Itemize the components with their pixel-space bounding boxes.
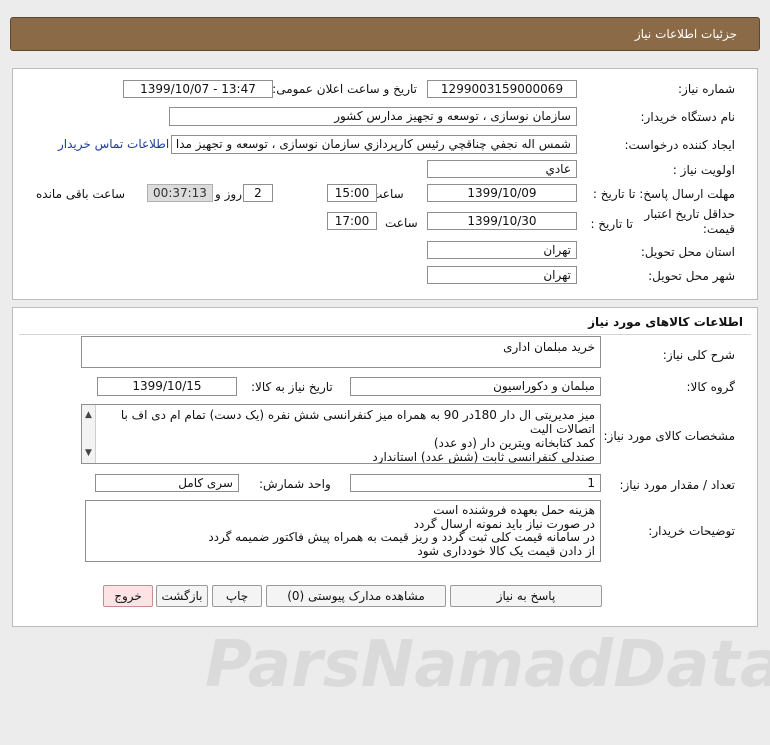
price-time-label: ساعت [385,216,418,230]
send-deadline-label: مهلت ارسال پاسخ: تا تاریخ : [592,187,735,201]
announce-field: 1399/10/07 - 13:47 [123,80,273,98]
section-divider [19,334,751,335]
buyer-org-field: سازمان نوسازی ، توسعه و تجهیز مدارس کشور [169,107,577,126]
buyer-org-label: نام دستگاه خریدار: [640,110,736,124]
need-date-label: تاریخ نیاز به کالا: [251,380,333,394]
need-info-panel: شماره نیاز: 1299003159000069 تاریخ و ساع… [12,68,758,300]
announce-label: تاریخ و ساعت اعلان عمومی: [272,82,417,96]
remaining-label: ساعت باقی مانده [36,187,126,201]
exit-button[interactable]: خروج [103,585,153,607]
remaining-time-field: 00:37:13 [147,184,213,202]
send-time-field: 15:00 [327,184,377,202]
view-docs-button[interactable]: مشاهده مدارک پیوستی (0) [266,585,446,607]
priority-label: اولویت نیاز : [672,163,735,177]
price-time-field: 17:00 [327,212,377,230]
reply-button[interactable]: پاسخ به نیاز [450,585,602,607]
description-label: شرح کلی نیاز: [662,348,735,362]
price-date-field: 1399/10/30 [427,212,577,230]
goods-section-title: اطلاعات کالاهای مورد نیاز [588,315,743,329]
province-label: استان محل تحویل: [640,245,735,259]
price-validity-label: حداقل تاریخ اعتبار قیمت: [643,207,735,237]
need-number-label: شماره نیاز: [678,82,735,96]
price-validity-text: حداقل تاریخ اعتبار قیمت: [644,207,735,236]
buyer-notes-field: هزینه حمل بعهده فروشنده است در صورت نیاز… [85,500,601,562]
specs-field: ▲ ▼ میز مدیریتی ال دار 180در 90 به همراه… [81,404,601,464]
until-date-label: تا تاریخ : [590,217,633,231]
specs-line: میز مدیریتی ال دار 180در 90 به همراه میز… [120,408,595,422]
specs-line: اتصالات الیت [529,422,595,436]
need-number-field: 1299003159000069 [427,80,577,98]
city-field: تهران [427,266,577,284]
buyer-notes-label: توضیحات خریدار: [648,524,735,538]
send-date-field: 1399/10/09 [427,184,577,202]
need-date-field: 1399/10/15 [97,377,237,396]
specs-scrollbar[interactable]: ▲ ▼ [82,405,96,463]
requester-label: ایجاد کننده درخواست: [624,138,735,152]
group-label: گروه کالا: [686,380,736,394]
city-label: شهر محل تحویل: [648,269,735,283]
print-button[interactable]: چاپ [212,585,262,607]
group-field: مبلمان و دکوراسیون [350,377,601,396]
buyer-note-line: در سامانه قیمت کلی ثبت گردد و ریز قیمت ب… [208,530,595,544]
buyer-note-line: در صورت نیاز باید نمونه ارسال گردد [413,516,595,531]
specs-line: کمد کتابخانه ویترین دار (دو عدد) [433,436,595,450]
buyer-note-line: هزینه حمل بعهده فروشنده است [433,503,595,517]
watermark-site: ParsNamadData [205,628,770,702]
province-field: تهران [427,241,577,259]
priority-field: عادي [427,160,577,178]
days-label: روز و [215,187,242,201]
back-button[interactable]: بازگشت [156,585,208,607]
buyer-contact-link[interactable]: اطلاعات تماس خریدار [58,137,169,151]
scroll-up-icon[interactable]: ▲ [85,408,92,422]
days-field: 2 [243,184,273,202]
specs-line: صندلی کنفرانسی ثابت (شش عدد) استاندارد [372,450,595,464]
page-title: جزئیات اطلاعات نیاز [634,27,737,41]
buyer-note-line: از دادن قیمت یک کالا خودداری شود [417,543,595,558]
specs-label: مشخصات کالای مورد نیاز: [603,429,735,443]
unit-field: سری کامل [95,474,239,492]
scroll-down-icon[interactable]: ▼ [85,446,92,460]
unit-label: واحد شمارش: [259,477,331,491]
requester-field: شمس اله نجفي چناقچي رئيس کارپردازي سازما… [171,135,577,154]
quantity-field: 1 [350,474,601,492]
description-field: خرید مبلمان اداری [81,336,601,368]
quantity-label: تعداد / مقدار مورد نیاز: [619,478,735,492]
page-header: جزئیات اطلاعات نیاز [10,17,760,51]
goods-panel: اطلاعات کالاهای مورد نیاز شرح کلی نیاز: … [12,307,758,627]
